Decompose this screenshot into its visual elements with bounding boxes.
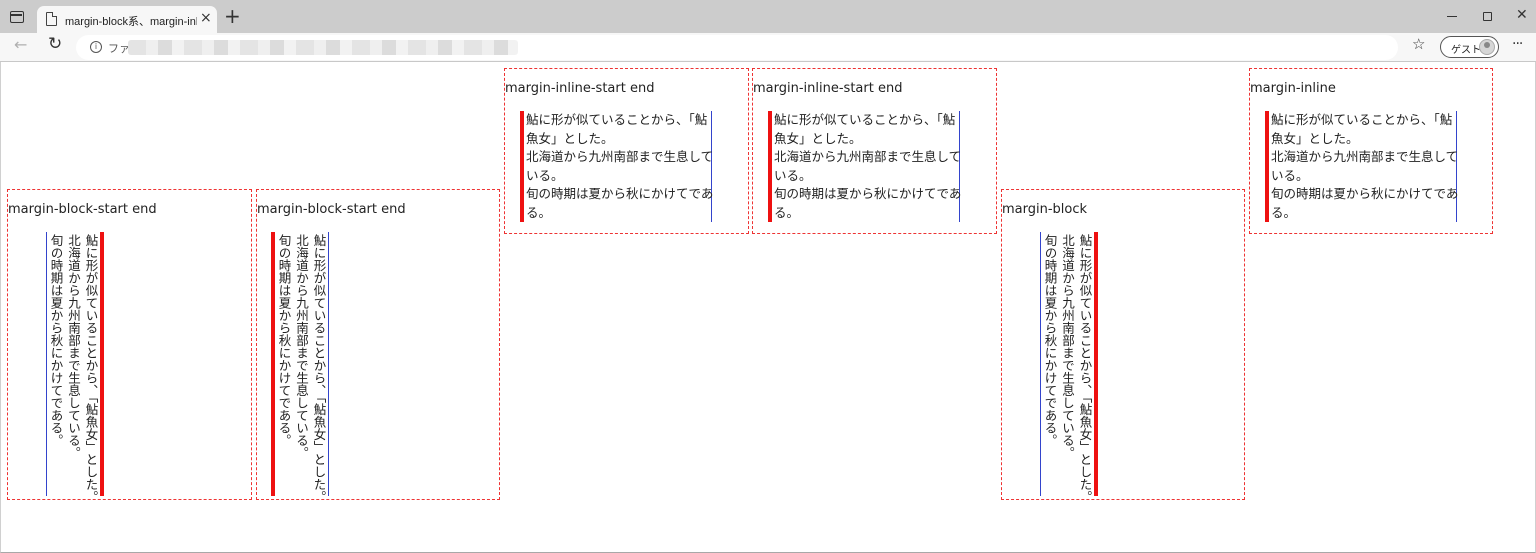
sample-line: 鮎に形が似ていることから、「鮎魚女」とした。: [1077, 234, 1093, 503]
sample-line: いる。: [526, 167, 564, 183]
info-icon[interactable]: i: [90, 41, 102, 53]
sample-line: 魚女」とした。: [526, 130, 614, 146]
sidebar-toggle-icon[interactable]: [10, 11, 24, 23]
sample-line: 北海道から九州南部まで生息している。: [1060, 234, 1075, 459]
sample-line: 魚女」とした。: [1271, 130, 1359, 146]
browser-tab-active[interactable]: margin-block系、margin-inline系 ×: [37, 6, 217, 33]
demo-box-margin-inline: margin-inline 鮎に形が似ていることから、「鮎 魚女」とした。 北海…: [1249, 68, 1493, 234]
sample-line: 旬の時期は夏から秋にかけてであ: [774, 186, 962, 201]
avatar-icon: [1479, 39, 1495, 55]
sample-line: 北海道から九州南部まで生息して: [526, 149, 714, 164]
sample-line: 魚女」とした。: [774, 130, 862, 146]
demo-box-margin-block: margin-block 鮎に形が似ていることから、「鮎魚女」とした。 北海道か…: [1001, 189, 1245, 503]
sample-line: いる。: [774, 167, 812, 183]
url-redacted: [128, 40, 518, 55]
sample-line: 旬の時期は夏から秋にかけてである。: [48, 234, 64, 447]
vertical-sample-text: 鮎に形が似ていることから、「鮎魚女」とした。 北海道から九州南部まで生息している…: [271, 232, 329, 503]
page-viewport: margin-block-start end 鮎に形が似ていることから、「鮎魚女…: [0, 62, 1536, 553]
browser-toolbar: ← ↻ i ファ Aʬ ☆ ゲスト ···: [0, 33, 1536, 62]
reload-icon[interactable]: ↻: [48, 36, 62, 53]
sample-line: 鮎に形が似ていることから、「鮎魚女」とした。: [311, 234, 327, 503]
box-title: margin-block: [1002, 202, 1088, 217]
favorites-star-icon[interactable]: ☆: [1412, 37, 1425, 52]
vertical-sample-text: 鮎に形が似ていることから、「鮎魚女」とした。 北海道から九州南部まで生息している…: [1040, 232, 1098, 503]
window-maximize-icon[interactable]: [1483, 12, 1492, 21]
sample-line: 旬の時期は夏から秋にかけてであ: [526, 186, 714, 201]
sample-line: 旬の時期は夏から秋にかけてである。: [276, 234, 292, 447]
url-prefix: ファ: [108, 42, 130, 55]
demo-box-margin-inline-start-end-1: margin-inline-start end 鮎に形が似ていることから、「鮎 …: [504, 68, 749, 234]
horizontal-sample-text: 鮎に形が似ていることから、「鮎 魚女」とした。 北海道から九州南部まで生息して …: [1265, 111, 1459, 222]
box-title: margin-block-start end: [257, 202, 406, 217]
sample-line: 鮎に形が似ていることから、「鮎: [526, 112, 708, 127]
demo-box-margin-block-start-end-2: margin-block-start end 鮎に形が似ていることから、「鮎魚女…: [256, 189, 500, 503]
sample-line: 北海道から九州南部まで生息して: [1271, 149, 1459, 164]
sample-line: いる。: [1271, 167, 1309, 183]
box-title: margin-block-start end: [8, 202, 157, 217]
sample-line: 旬の時期は夏から秋にかけてであ: [1271, 186, 1459, 201]
horizontal-sample-text: 鮎に形が似ていることから、「鮎 魚女」とした。 北海道から九州南部まで生息して …: [520, 111, 714, 222]
sample-line: 北海道から九州南部まで生息して: [774, 149, 962, 164]
address-bar[interactable]: i ファ Aʬ: [76, 35, 1465, 60]
more-dots-icon[interactable]: ···: [1512, 36, 1523, 52]
sample-line: る。: [1271, 204, 1297, 220]
document-icon: [46, 12, 57, 26]
sample-line: る。: [774, 204, 800, 220]
browser-tab-bar: margin-block系、margin-inline系 × + ✕: [0, 0, 1536, 33]
profile-button[interactable]: ゲスト: [1440, 36, 1499, 58]
sample-line: る。: [526, 204, 552, 220]
profile-label: ゲスト: [1451, 45, 1481, 56]
sample-line: 北海道から九州南部まで生息している。: [66, 234, 81, 459]
sample-line: 鮎に形が似ていることから、「鮎: [774, 112, 956, 127]
box-title: margin-inline-start end: [505, 81, 655, 96]
vertical-sample-text: 鮎に形が似ていることから、「鮎魚女」とした。 北海道から九州南部まで生息している…: [46, 232, 104, 503]
window-minimize-icon[interactable]: [1447, 16, 1457, 17]
tab-close-icon[interactable]: ×: [200, 11, 212, 25]
horizontal-sample-text: 鮎に形が似ていることから、「鮎 魚女」とした。 北海道から九州南部まで生息して …: [768, 111, 962, 222]
back-arrow-icon[interactable]: ←: [14, 37, 27, 53]
box-title: margin-inline: [1250, 81, 1336, 96]
demo-box-margin-block-start-end-1: margin-block-start end 鮎に形が似ていることから、「鮎魚女…: [7, 189, 252, 503]
demo-box-margin-inline-start-end-2: margin-inline-start end 鮎に形が似ていることから、「鮎 …: [752, 68, 997, 234]
box-title: margin-inline-start end: [753, 81, 903, 96]
sample-line: 北海道から九州南部まで生息している。: [294, 234, 309, 459]
new-tab-icon[interactable]: +: [224, 6, 241, 26]
sample-line: 旬の時期は夏から秋にかけてである。: [1042, 234, 1058, 447]
sample-line: 鮎に形が似ていることから、「鮎魚女」とした。: [83, 234, 99, 503]
tab-title: margin-block系、margin-inline系: [65, 16, 197, 28]
sample-line: 鮎に形が似ていることから、「鮎: [1271, 112, 1453, 127]
window-close-icon[interactable]: ✕: [1516, 8, 1528, 22]
